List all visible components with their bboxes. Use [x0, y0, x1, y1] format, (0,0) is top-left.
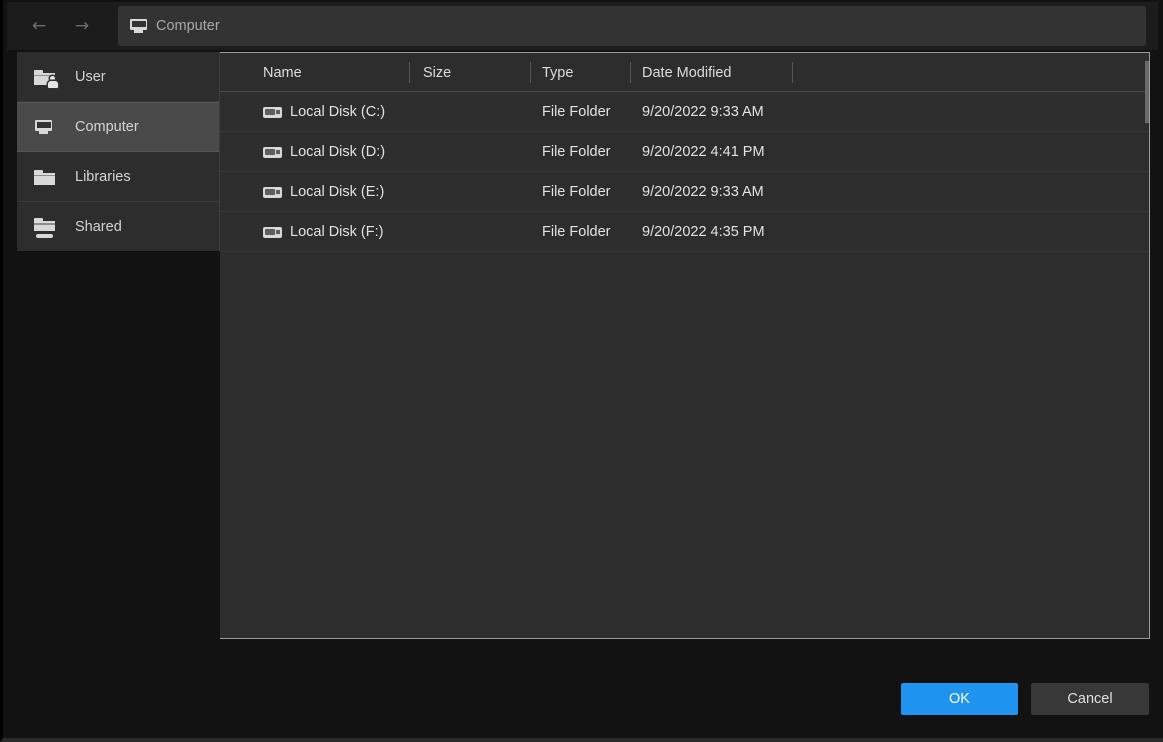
places-sidebar: User Computer Libraries Shared	[17, 52, 220, 251]
disk-drive-icon	[263, 186, 282, 198]
cell-name: Local Disk (D:)	[263, 132, 385, 172]
sidebar-item-libraries[interactable]: Libraries	[17, 152, 219, 202]
cell-type: File Folder	[542, 104, 611, 120]
cell-name: Local Disk (F:)	[263, 212, 383, 252]
column-divider[interactable]	[792, 62, 793, 83]
disk-drive-icon	[263, 146, 282, 158]
folder-icon	[34, 167, 56, 187]
vertical-scrollbar[interactable]	[1145, 53, 1149, 638]
file-name: Local Disk (D:)	[290, 144, 386, 160]
table-row[interactable]: Local Disk (E:) File Folder 9/20/2022 9:…	[220, 172, 1149, 212]
back-arrow-icon[interactable]: ←	[20, 9, 58, 43]
path-label: Computer	[156, 18, 220, 34]
scrollbar-thumb[interactable]	[1145, 61, 1149, 123]
column-header-date-modified[interactable]: Date Modified	[642, 53, 731, 92]
cell-date-modified: 9/20/2022 9:33 AM	[642, 184, 764, 200]
cell-type: File Folder	[542, 144, 611, 160]
sidebar-item-label: Computer	[75, 119, 139, 135]
table-row[interactable]: Local Disk (D:) File Folder 9/20/2022 4:…	[220, 132, 1149, 172]
forward-arrow-icon[interactable]: →	[63, 9, 101, 43]
column-divider[interactable]	[409, 62, 410, 83]
cell-name: Local Disk (C:)	[263, 92, 385, 132]
column-header-type[interactable]: Type	[542, 53, 573, 92]
column-header-name[interactable]: Name	[263, 53, 302, 92]
cell-name: Local Disk (E:)	[263, 172, 384, 212]
sidebar-item-shared[interactable]: Shared	[17, 202, 219, 252]
user-folder-icon	[34, 67, 58, 88]
computer-monitor-icon	[130, 19, 147, 33]
sidebar-item-label: User	[75, 68, 106, 85]
ok-button[interactable]: OK	[901, 683, 1018, 715]
sidebar-item-label: Libraries	[75, 168, 131, 185]
path-breadcrumb-bar[interactable]: Computer	[118, 6, 1146, 46]
cell-date-modified: 9/20/2022 4:41 PM	[642, 144, 765, 160]
table-row[interactable]: Local Disk (C:) File Folder 9/20/2022 9:…	[220, 92, 1149, 132]
cell-type: File Folder	[542, 184, 611, 200]
computer-monitor-icon	[34, 117, 56, 137]
cell-type: File Folder	[542, 224, 611, 240]
dialog-footer: OK Cancel	[3, 638, 1162, 738]
column-header-row: Name Size Type Date Modified	[220, 53, 1149, 92]
sidebar-item-user[interactable]: User	[17, 52, 219, 102]
file-rows: Local Disk (C:) File Folder 9/20/2022 9:…	[220, 92, 1149, 252]
cell-date-modified: 9/20/2022 9:33 AM	[642, 104, 764, 120]
file-name: Local Disk (C:)	[290, 104, 386, 120]
cancel-button[interactable]: Cancel	[1031, 683, 1149, 715]
column-divider[interactable]	[530, 62, 531, 83]
sidebar-item-computer[interactable]: Computer	[17, 102, 219, 152]
table-row[interactable]: Local Disk (F:) File Folder 9/20/2022 4:…	[220, 212, 1149, 252]
file-name: Local Disk (F:)	[290, 224, 384, 240]
file-name: Local Disk (E:)	[290, 184, 385, 200]
column-divider[interactable]	[630, 62, 631, 83]
disk-drive-icon	[263, 226, 282, 238]
sidebar-item-label: Shared	[75, 219, 122, 235]
shared-folder-icon	[34, 217, 56, 238]
cell-date-modified: 9/20/2022 4:35 PM	[642, 224, 765, 240]
file-list-panel: Name Size Type Date Modified Local Disk …	[220, 52, 1150, 639]
disk-drive-icon	[263, 106, 282, 118]
navigation-toolbar: ← → Computer	[7, 2, 1158, 50]
column-header-size[interactable]: Size	[423, 53, 451, 92]
file-dialog-window: ← → Computer User Computer Libraries Sha…	[0, 0, 1163, 742]
